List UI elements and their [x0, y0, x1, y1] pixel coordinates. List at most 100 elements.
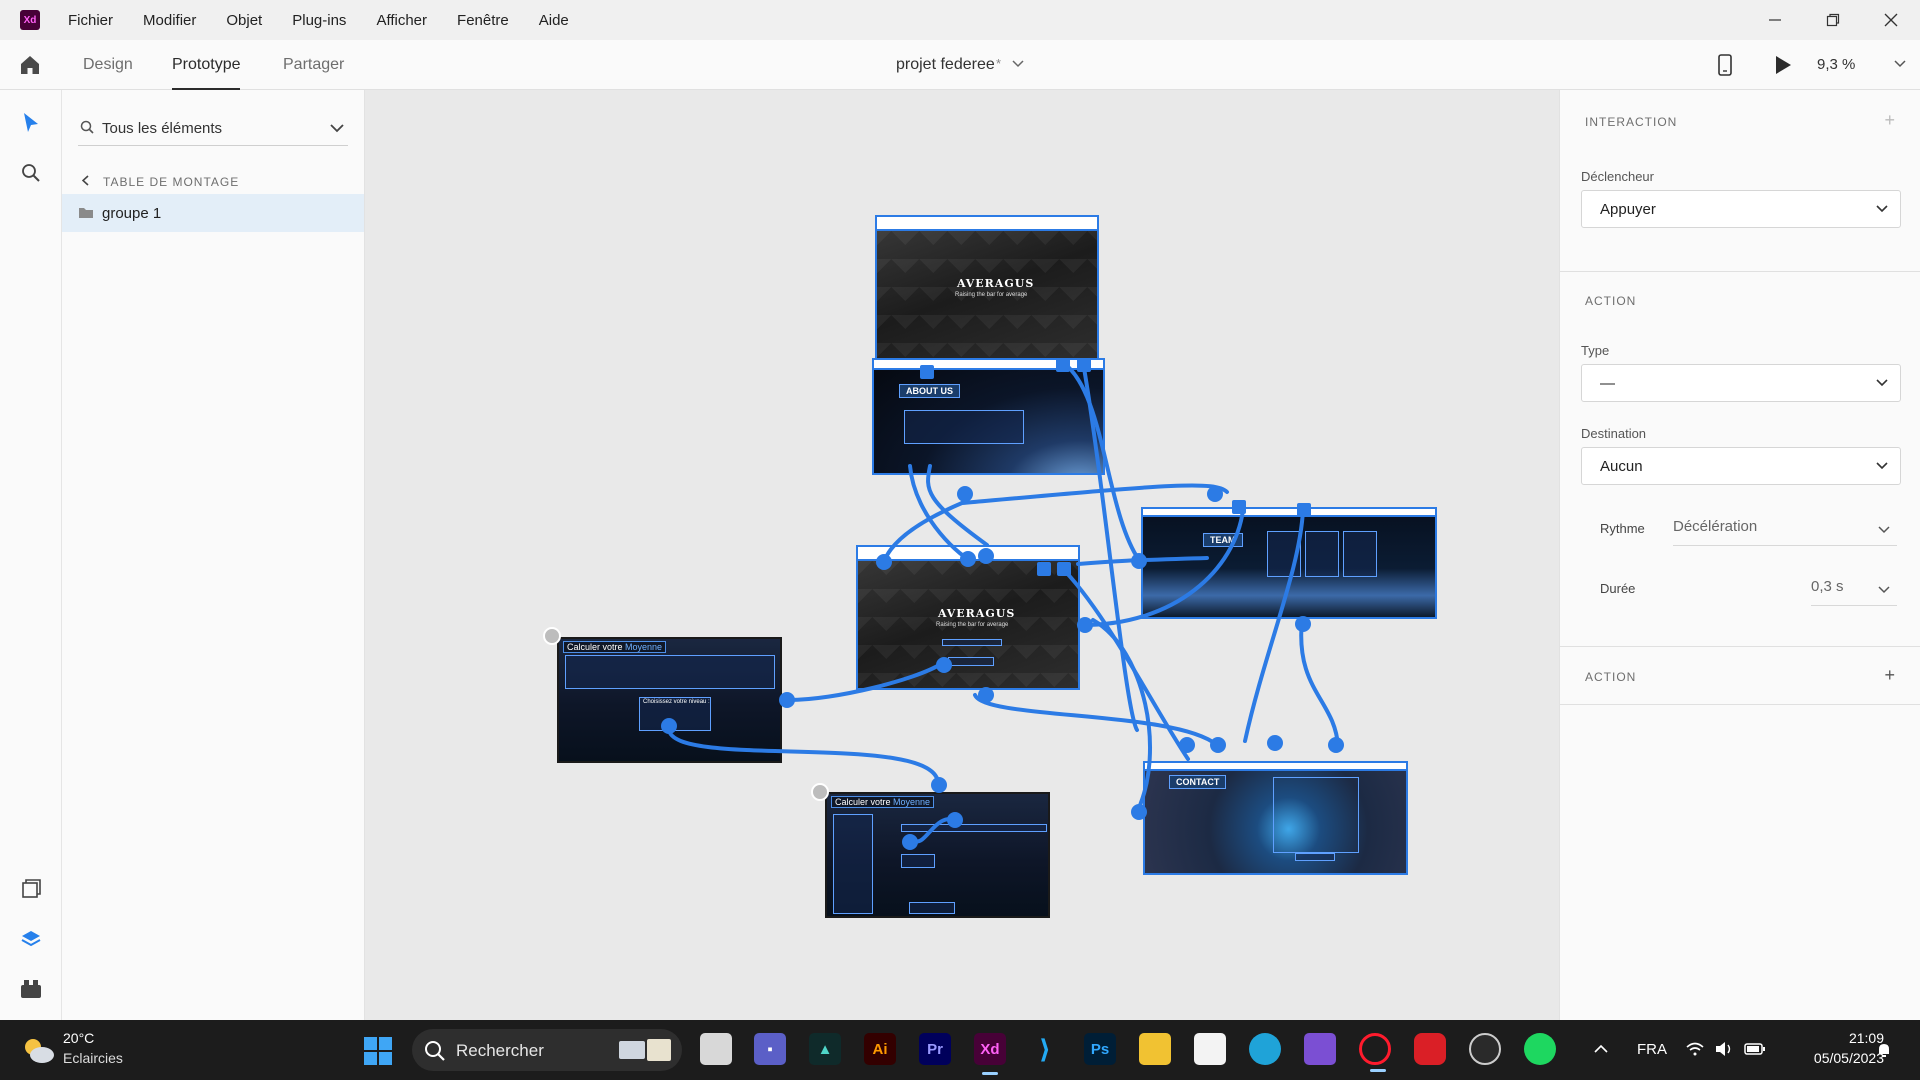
weather-temp[interactable]: 20°C: [63, 1030, 94, 1046]
spotify-icon[interactable]: [1524, 1033, 1556, 1065]
opera-icon[interactable]: [1359, 1033, 1391, 1072]
premiere-icon[interactable]: Pr: [919, 1033, 951, 1065]
folder-icon: [79, 208, 93, 218]
tool-bar: [0, 90, 62, 1020]
notification-icon[interactable]: [1876, 1042, 1892, 1058]
volume-icon[interactable]: [1715, 1041, 1733, 1057]
prototype-wires: [661, 358, 1344, 850]
document-assets-tool[interactable]: [18, 876, 44, 902]
layers-tool[interactable]: [18, 926, 44, 952]
restore-button[interactable]: [1804, 0, 1862, 40]
weather-desc[interactable]: Eclaircies: [63, 1050, 123, 1066]
file-explorer-icon[interactable]: [1139, 1033, 1171, 1065]
wire-arrow: [957, 486, 973, 502]
select-tool[interactable]: [18, 110, 44, 136]
wire-handle: [1077, 358, 1091, 372]
wire-handle: [876, 554, 892, 570]
breadcrumb-label: TABLE DE MONTAGE: [103, 175, 240, 189]
taskbar-search[interactable]: Rechercher: [412, 1029, 682, 1071]
document-assets-icon: [22, 879, 41, 898]
xd-icon[interactable]: Xd: [974, 1033, 1006, 1075]
destination-dropdown[interactable]: Aucun: [1581, 447, 1901, 485]
partly-cloudy-icon[interactable]: [20, 1035, 56, 1065]
wifi-icon[interactable]: [1686, 1042, 1704, 1056]
plugins-tool[interactable]: [18, 976, 44, 1002]
task-view-icon[interactable]: [700, 1033, 732, 1065]
search-highlight-icon: [619, 1039, 671, 1061]
layers-filter-value: Tous les éléments: [102, 120, 223, 137]
menu-aide[interactable]: Aide: [539, 12, 569, 29]
wire-handle: [1210, 737, 1226, 753]
chevron-down-icon[interactable]: [1012, 60, 1024, 68]
start-button[interactable]: [364, 1037, 392, 1065]
play-icon[interactable]: [1774, 55, 1792, 75]
divider: [1560, 704, 1920, 705]
wire-arrow: [931, 777, 947, 793]
teams-icon[interactable]: ▪: [754, 1033, 786, 1065]
canvas[interactable]: AVERAGUS Raising the bar for average ABO…: [365, 90, 1559, 1020]
destination-label: Destination: [1581, 426, 1647, 441]
menu-afficher[interactable]: Afficher: [376, 12, 427, 29]
back-chevron-icon[interactable]: [81, 175, 89, 189]
chevron-up-icon[interactable]: [1594, 1044, 1608, 1053]
chevron-down-icon: [1876, 205, 1888, 213]
section-action-2-title: ACTION: [1585, 670, 1637, 684]
wire-handle: [1179, 737, 1195, 753]
store-icon[interactable]: [1194, 1033, 1226, 1065]
wire-handle: [1207, 486, 1223, 502]
chevron-down-icon[interactable]: [330, 124, 344, 133]
easing-dropdown[interactable]: Décélération: [1673, 518, 1757, 535]
wire-arrow: [978, 548, 994, 564]
section-interaction-title: INTERACTION: [1585, 115, 1678, 129]
wire: [787, 662, 943, 702]
illustrator-icon[interactable]: Ai: [864, 1033, 896, 1065]
battery-icon[interactable]: [1744, 1042, 1766, 1056]
chevron-down-icon[interactable]: [1878, 526, 1890, 534]
menu-objet[interactable]: Objet: [226, 12, 262, 29]
zoom-level[interactable]: 9,3 %: [1817, 56, 1855, 73]
visual-studio-icon[interactable]: [1304, 1033, 1336, 1065]
close-button[interactable]: [1862, 0, 1920, 40]
document-title[interactable]: projet federee: [896, 56, 995, 74]
device-preview-icon[interactable]: [1718, 54, 1732, 76]
menu-plugins[interactable]: Plug-ins: [292, 12, 346, 29]
home-icon[interactable]: [18, 53, 42, 77]
breadcrumb[interactable]: TABLE DE MONTAGE: [81, 175, 240, 189]
menu-fenetre[interactable]: Fenêtre: [457, 12, 509, 29]
language-indicator[interactable]: FRA: [1637, 1041, 1667, 1058]
duration-input[interactable]: 0,3 s: [1811, 578, 1844, 595]
vscode-icon[interactable]: ⟩: [1029, 1033, 1061, 1065]
tab-design[interactable]: Design: [83, 56, 133, 74]
clock-date[interactable]: 05/05/2023: [1814, 1050, 1884, 1066]
add-action-icon[interactable]: +: [1884, 665, 1895, 686]
divider: [1560, 646, 1920, 647]
layers-search-input[interactable]: Tous les éléments: [78, 112, 348, 146]
search-icon: [80, 120, 94, 134]
zoom-chevron-icon[interactable]: [1894, 60, 1906, 68]
aftermath-icon[interactable]: ▲: [809, 1033, 841, 1065]
tab-prototype[interactable]: Prototype: [172, 56, 241, 90]
type-dropdown[interactable]: —: [1581, 364, 1901, 402]
minimize-button[interactable]: [1746, 0, 1804, 40]
layer-item-groupe-1[interactable]: groupe 1: [62, 194, 364, 232]
taskbar: 20°C Eclaircies Rechercher ▪ ▲ Ai Pr Xd …: [0, 1020, 1920, 1080]
tab-partager[interactable]: Partager: [283, 56, 344, 74]
wire: [960, 483, 1229, 505]
wire: [1081, 360, 1139, 732]
destination-value: Aucun: [1600, 458, 1643, 475]
chevron-down-icon[interactable]: [1878, 586, 1890, 594]
zoom-tool[interactable]: [18, 160, 44, 186]
trigger-label: Déclencheur: [1581, 169, 1654, 184]
menu-modifier[interactable]: Modifier: [143, 12, 196, 29]
add-interaction-icon[interactable]: +: [1884, 110, 1895, 131]
section-action-title: ACTION: [1585, 294, 1637, 308]
obs-icon[interactable]: [1469, 1033, 1501, 1065]
wire-arrow: [978, 687, 994, 703]
layers-panel: Tous les éléments TABLE DE MONTAGE group…: [62, 90, 365, 1020]
edge-icon[interactable]: [1249, 1033, 1281, 1065]
photoshop-icon[interactable]: Ps: [1084, 1033, 1116, 1065]
trigger-dropdown[interactable]: Appuyer: [1581, 190, 1901, 228]
wire-handle: [947, 812, 963, 828]
creative-cloud-icon[interactable]: [1414, 1033, 1446, 1065]
menu-fichier[interactable]: Fichier: [68, 12, 113, 29]
